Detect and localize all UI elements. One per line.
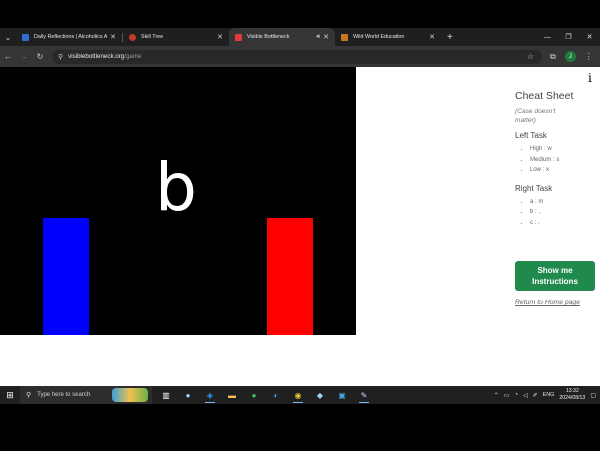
- left-task-list: High : w Medium : s Low : x: [530, 144, 600, 176]
- list-item: Medium : s: [530, 155, 600, 166]
- info-icon[interactable]: i: [588, 71, 592, 85]
- notifications-icon[interactable]: ▢: [590, 392, 596, 399]
- menu-kebab-icon[interactable]: ⋮: [585, 52, 593, 61]
- url-host: visiblebottleneck.org: [68, 53, 125, 60]
- close-icon[interactable]: ✕: [110, 33, 116, 41]
- list-item: b : ,: [530, 207, 600, 218]
- forward-arrow-icon[interactable]: →: [16, 52, 32, 61]
- close-icon[interactable]: ✕: [217, 33, 223, 41]
- left-task-bar: [43, 218, 89, 335]
- window-close-icon[interactable]: ✕: [579, 28, 600, 46]
- left-task-heading: Left Task: [515, 131, 547, 140]
- app-icon[interactable]: ●: [246, 387, 262, 403]
- search-highlight-image: [112, 388, 148, 402]
- tab-title: Wild World Education: [353, 34, 405, 40]
- right-task-heading: Right Task: [515, 183, 553, 193]
- search-placeholder: Type here to search: [37, 392, 91, 398]
- restore-icon[interactable]: ❐: [558, 28, 579, 46]
- volume-icon[interactable]: ◁: [523, 392, 528, 399]
- tab-title: Daily Reflections | Alcoholics Anonymous: [34, 34, 108, 40]
- taskbar-search[interactable]: ⚲ Type here to search: [20, 386, 152, 404]
- tab-favicon-icon: [235, 33, 242, 41]
- case-note: (Case doesn't matter): [515, 108, 556, 124]
- speaker-icon[interactable]: 🔊︎: [316, 34, 320, 41]
- game-canvas[interactable]: b: [0, 67, 356, 335]
- address-bar[interactable]: ⚲ visiblebottleneck.org /game ☆: [52, 49, 542, 64]
- windows-taskbar: ⊞ ⚲ Type here to search ▥ ● ◈ ▬ ● ◐ ◉ ◆ …: [0, 386, 600, 404]
- file-explorer-icon[interactable]: ▬: [224, 387, 240, 403]
- app-icon[interactable]: ●: [180, 387, 196, 403]
- chrome-icon[interactable]: ◉: [290, 387, 306, 403]
- list-item: Low : x: [530, 165, 600, 176]
- browser-toolbar: ← → ↻ ⚲ visiblebottleneck.org /game ☆ ⧉ …: [0, 46, 600, 67]
- app-icon[interactable]: ▣: [334, 387, 350, 403]
- browser-tab-strip: ⌄ Daily Reflections | Alcoholics Anonymo…: [0, 28, 600, 46]
- tab-wild-world-education[interactable]: Wild World Education ✕: [335, 28, 441, 46]
- cheat-sheet-title: Cheat Sheet: [515, 90, 574, 102]
- new-tab-plus-icon[interactable]: +: [447, 32, 453, 43]
- tab-skill-tree[interactable]: Skill Tree ✕: [123, 28, 229, 46]
- vscode-icon[interactable]: ◈: [202, 387, 218, 403]
- edge-icon[interactable]: ◐: [268, 387, 284, 403]
- tab-favicon-icon: [341, 33, 348, 41]
- clock[interactable]: 13:32 2024/08/13: [559, 388, 585, 402]
- tab-visible-bottleneck[interactable]: Visible Bottleneck 🔊︎ ✕: [229, 28, 335, 46]
- right-task-bar: [267, 218, 313, 335]
- system-tray: ⌃ ▭ ◔ ◁ ✐ ENG 13:32 2024/08/13 ▢: [494, 388, 600, 402]
- toolbar-right: ⧉ J ⋮: [550, 51, 593, 62]
- window-controls: — ❐ ✕: [537, 28, 600, 46]
- network-icon[interactable]: ◔: [514, 392, 518, 398]
- show-instructions-button[interactable]: Show me Instructions: [515, 261, 595, 291]
- tab-search-icon[interactable]: ⌄: [0, 28, 16, 46]
- taskbar-apps: ▥ ● ◈ ▬ ● ◐ ◉ ◆ ▣ ✎: [158, 387, 372, 403]
- back-arrow-icon[interactable]: ←: [0, 52, 16, 61]
- clock-time: 13:32: [565, 388, 579, 394]
- url-path: /game: [124, 53, 142, 60]
- search-icon: ⚲: [26, 392, 32, 399]
- close-icon[interactable]: ✕: [323, 33, 329, 41]
- minimize-icon[interactable]: —: [537, 28, 558, 46]
- tab-favicon-icon: [129, 33, 136, 41]
- stimulus-letter: b: [155, 149, 197, 226]
- tab-daily-reflections[interactable]: Daily Reflections | Alcoholics Anonymous…: [16, 28, 122, 46]
- list-item: c : .: [530, 218, 600, 229]
- profile-avatar[interactable]: J: [564, 51, 576, 62]
- app-icon[interactable]: ◆: [312, 387, 328, 403]
- site-info-icon[interactable]: ⚲: [58, 53, 63, 61]
- cheat-sheet: Cheat Sheet (Case doesn't matter) Left T…: [515, 90, 600, 236]
- list-item: High : w: [530, 144, 600, 155]
- tab-title: Skill Tree: [141, 34, 164, 40]
- chevron-up-icon[interactable]: ⌃: [494, 392, 499, 399]
- task-view-icon[interactable]: ▥: [158, 387, 174, 403]
- pen-icon[interactable]: ✐: [533, 392, 538, 399]
- return-home-link[interactable]: Return to Home page: [515, 299, 580, 306]
- bookmark-star-icon[interactable]: ☆: [527, 52, 534, 61]
- web-page: b i Cheat Sheet (Case doesn't matter) Le…: [0, 67, 600, 386]
- clock-date: 2024/08/13: [559, 395, 586, 401]
- close-icon[interactable]: ✕: [429, 33, 435, 41]
- tab-title: Visible Bottleneck: [247, 34, 290, 40]
- battery-icon[interactable]: ▭: [504, 392, 510, 399]
- tab-favicon-icon: [22, 33, 29, 41]
- app-icon[interactable]: ✎: [356, 387, 372, 403]
- screen: ⌄ Daily Reflections | Alcoholics Anonymo…: [0, 0, 600, 451]
- reload-icon[interactable]: ↻: [32, 52, 48, 61]
- language-indicator[interactable]: ENG: [543, 392, 555, 398]
- right-task-list: a : m b : , c : .: [530, 197, 600, 229]
- windows-start-icon[interactable]: ⊞: [0, 390, 20, 401]
- list-item: a : m: [530, 197, 600, 208]
- extensions-puzzle-icon[interactable]: ⧉: [550, 52, 556, 62]
